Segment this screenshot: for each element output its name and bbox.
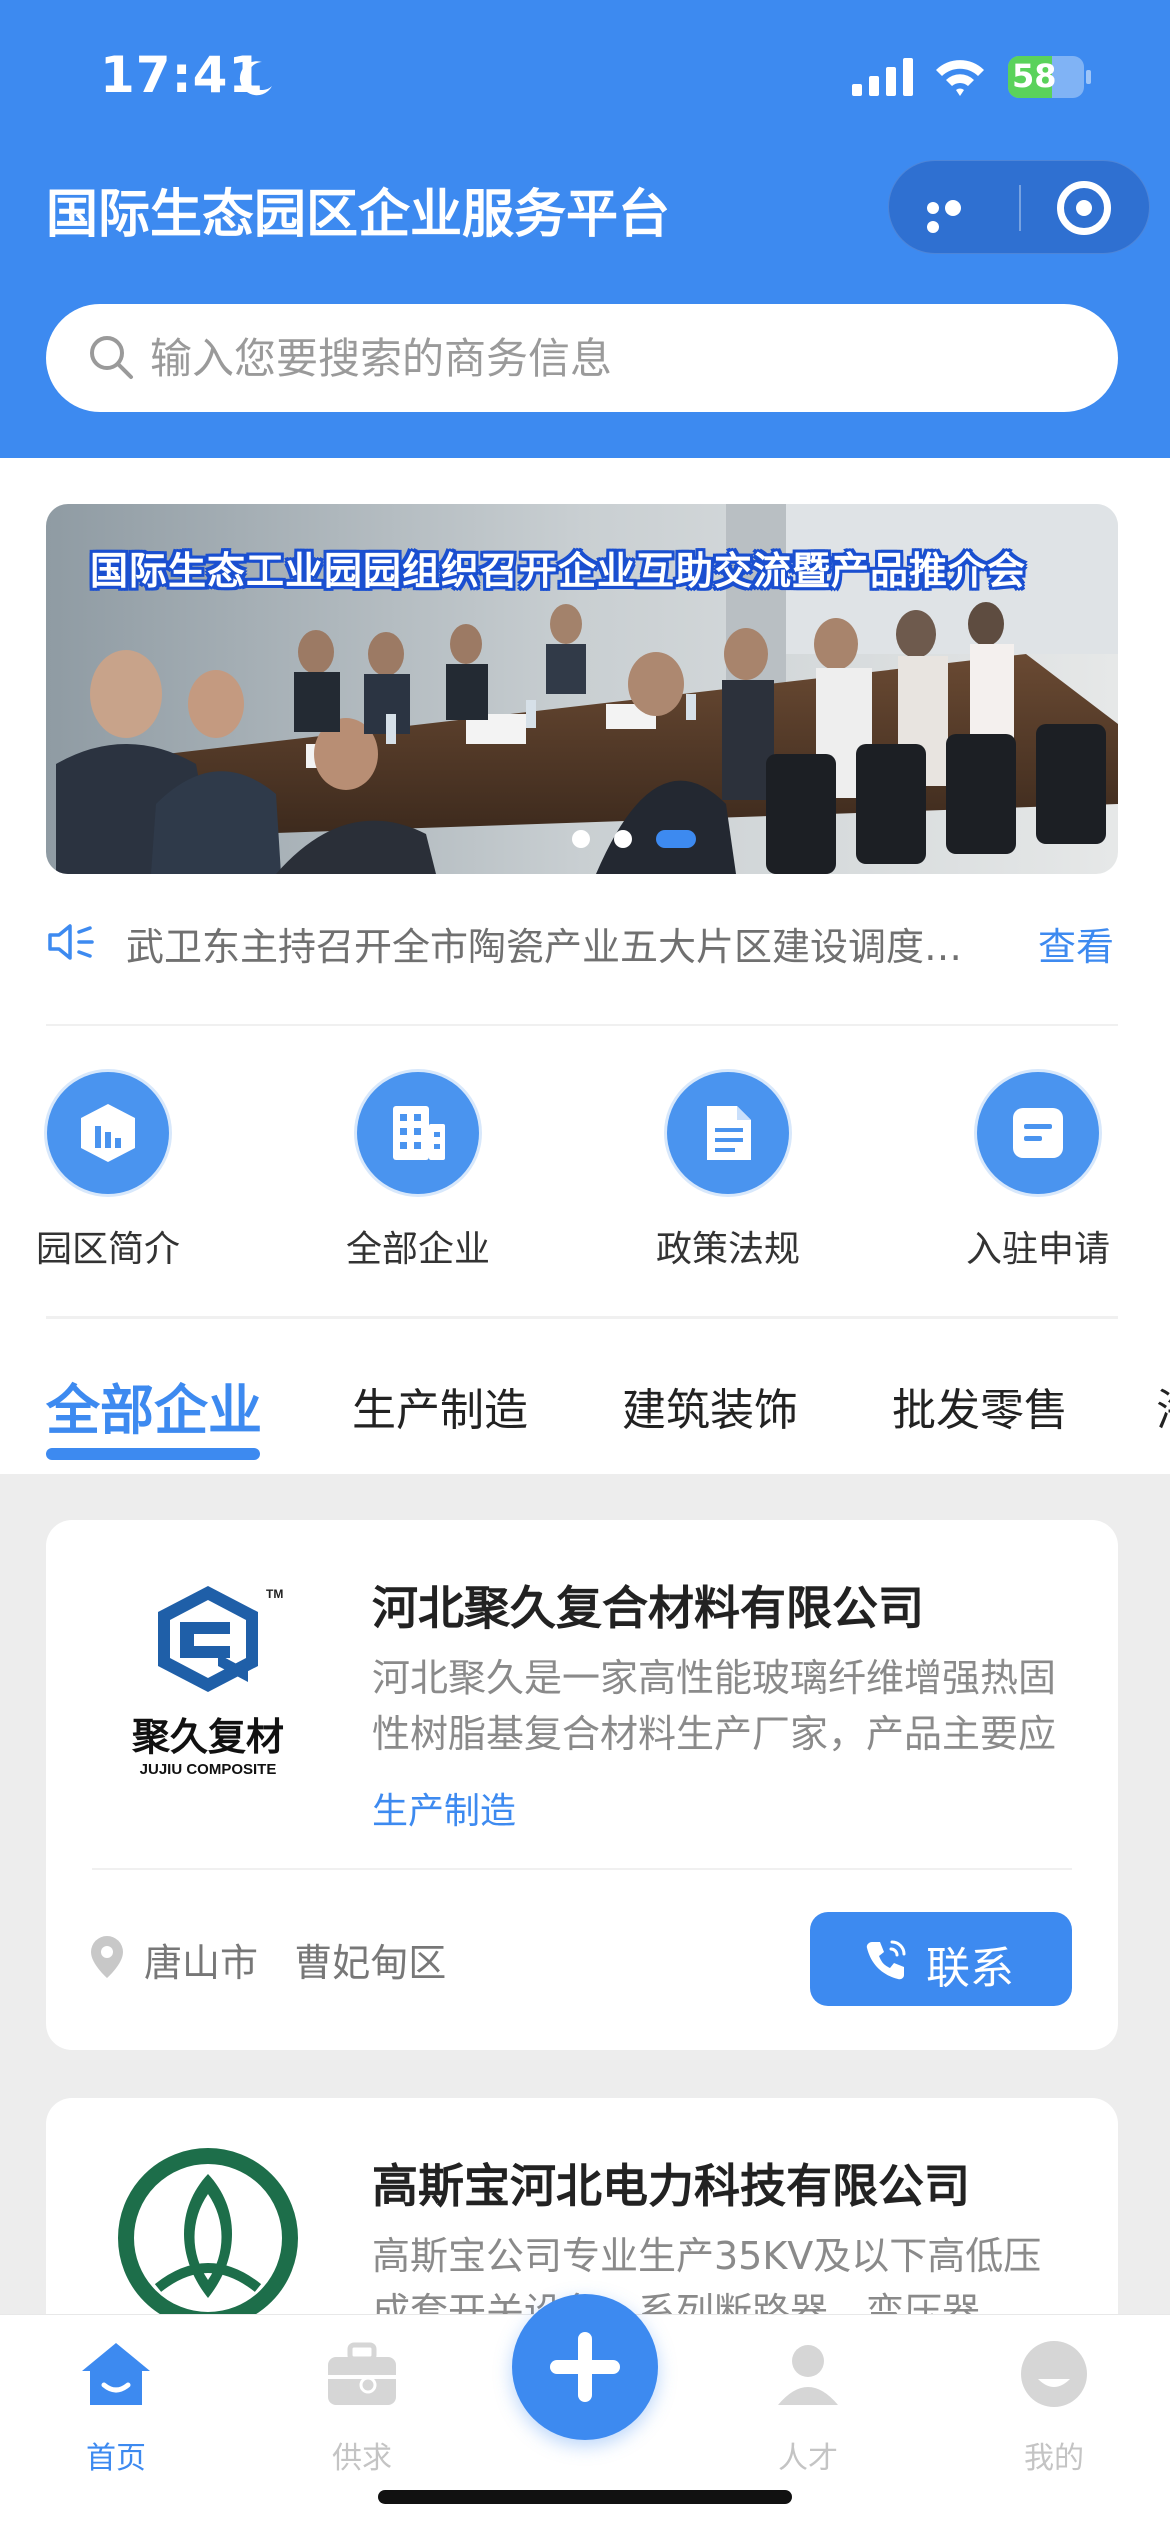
banner-caption: 国际生态工业园园组织召开企业互助交流暨产品推介会 — [90, 549, 1027, 593]
battery-cap — [1086, 70, 1091, 84]
tab-wholesale[interactable]: 批发零售 — [892, 1374, 1068, 1438]
moon-icon — [239, 61, 272, 96]
quick-link-park-intro[interactable]: 园区简介 — [28, 1072, 188, 1272]
tab-all-companies[interactable]: 全部企业 — [46, 1366, 262, 1445]
building-icon — [357, 1072, 479, 1194]
app-screen: 17:41 58 国际生态园区企业服务平台 输入您要搜索的商务信息 国际生态工业… — [0, 0, 1170, 2532]
company-district: 曹妃甸区 — [294, 1941, 447, 1985]
phone-icon — [866, 1940, 906, 1980]
location-pin-icon — [91, 1936, 123, 1978]
tab-more[interactable]: 海 — [1156, 1374, 1170, 1438]
mini-program-capsule — [888, 160, 1150, 254]
chart-icon — [47, 1072, 169, 1194]
carousel-dot[interactable] — [572, 830, 590, 848]
home-indicator — [378, 2490, 792, 2504]
notice-text: 武卫东主持召开全市陶瓷产业五大片区建设调度… — [126, 925, 963, 969]
person-icon — [770, 2339, 846, 2409]
quick-link-label: 园区简介 — [35, 1229, 180, 1270]
battery-body: 58 — [1008, 56, 1084, 98]
carousel-dot[interactable] — [614, 830, 632, 848]
capsule-divider — [1019, 185, 1021, 231]
quick-link-label: 政策法规 — [655, 1229, 800, 1270]
main-content: 国际生态工业园园组织召开企业互助交流暨产品推介会 武卫东主持召开全市陶瓷产业五大… — [0, 458, 1170, 1474]
quick-links: 园区简介 全部企业 政策法规 入驻申请 — [36, 1072, 1118, 1270]
quick-link-all-companies[interactable]: 全部企业 — [338, 1072, 498, 1272]
battery-indicator: 58 — [1008, 56, 1091, 98]
tabbar-label: 人才 — [778, 2441, 838, 2476]
home-icon — [78, 2339, 154, 2409]
tab-active-underline — [46, 1448, 260, 1460]
wifi-icon — [936, 60, 984, 96]
company-description: 河北聚久是一家高性能玻璃纤维增强热固性树脂基复合材料生产厂家，产品主要应用… — [372, 1656, 1057, 1756]
category-tabs: 全部企业 生产制造 建筑装饰 批发零售 海 — [46, 1338, 1170, 1474]
briefcase-icon — [324, 2339, 400, 2409]
more-icon[interactable] — [927, 197, 983, 233]
document-icon — [667, 1072, 789, 1194]
search-input[interactable] — [150, 324, 1050, 392]
carousel-dot-active[interactable] — [656, 830, 696, 848]
company-card[interactable]: TM 聚久复材 JUJIU COMPOSITE 河北聚久复合材料有限公司 河北聚… — [46, 1520, 1118, 2050]
speaker-icon — [48, 924, 94, 960]
quick-link-apply[interactable]: 入驻申请 — [958, 1072, 1118, 1272]
tabbar-item-supply[interactable]: 供求 — [292, 2339, 432, 2477]
logo-tm: TM — [266, 1587, 283, 1601]
logo-brand: 聚久复材 — [131, 1715, 284, 1759]
tabbar-label: 我的 — [1024, 2441, 1084, 2476]
company-location: 唐山市 曹妃甸区 — [144, 1932, 446, 1987]
tabbar-item-me[interactable]: 我的 — [984, 2339, 1124, 2477]
add-fab-button[interactable] — [512, 2294, 658, 2440]
company-category-tag: 生产制造 — [372, 1791, 517, 1832]
tabbar-item-home[interactable]: 首页 — [46, 2339, 186, 2477]
company-logo: TM 聚久复材 JUJIU COMPOSITE — [98, 1560, 318, 1800]
quick-link-label: 全部企业 — [345, 1229, 490, 1270]
battery-percent: 58 — [1012, 57, 1057, 95]
tab-manufacturing[interactable]: 生产制造 — [352, 1374, 528, 1438]
search-icon — [90, 336, 133, 379]
header: 17:41 58 国际生态园区企业服务平台 — [0, 0, 1170, 458]
notice-bar[interactable]: 武卫东主持召开全市陶瓷产业五大片区建设调度… 查看 — [46, 908, 1118, 1008]
card-divider — [92, 1868, 1072, 1870]
divider — [46, 1316, 1118, 1319]
tabbar-label: 首页 — [86, 2441, 146, 2476]
quick-link-label: 入驻申请 — [965, 1229, 1110, 1270]
contact-button-label: 联系 — [926, 1944, 1014, 1993]
contact-button[interactable]: 联系 — [810, 1912, 1072, 2006]
tab-construction[interactable]: 建筑装饰 — [622, 1374, 798, 1438]
cellular-signal-icon — [852, 58, 913, 96]
quick-link-policy[interactable]: 政策法规 — [648, 1072, 808, 1272]
company-city: 唐山市 — [144, 1941, 259, 1985]
logo-subtitle: JUJIU COMPOSITE — [140, 1761, 277, 1778]
tabbar-item-talent[interactable]: 人才 — [738, 2339, 878, 2477]
profile-icon — [1016, 2339, 1092, 2409]
notice-more-link[interactable]: 查看 — [1038, 916, 1114, 971]
app-title: 国际生态园区企业服务平台 — [46, 185, 671, 245]
form-icon — [977, 1072, 1099, 1194]
divider — [46, 1024, 1118, 1026]
tabbar-label: 供求 — [332, 2441, 392, 2476]
banner-carousel[interactable]: 国际生态工业园园组织召开企业互助交流暨产品推介会 — [46, 504, 1118, 874]
company-name[interactable]: 高斯宝河北电力科技有限公司 — [372, 2150, 970, 2216]
company-name[interactable]: 河北聚久复合材料有限公司 — [372, 1572, 924, 1638]
search-bar[interactable] — [46, 304, 1118, 412]
close-target-icon[interactable] — [1057, 181, 1111, 235]
